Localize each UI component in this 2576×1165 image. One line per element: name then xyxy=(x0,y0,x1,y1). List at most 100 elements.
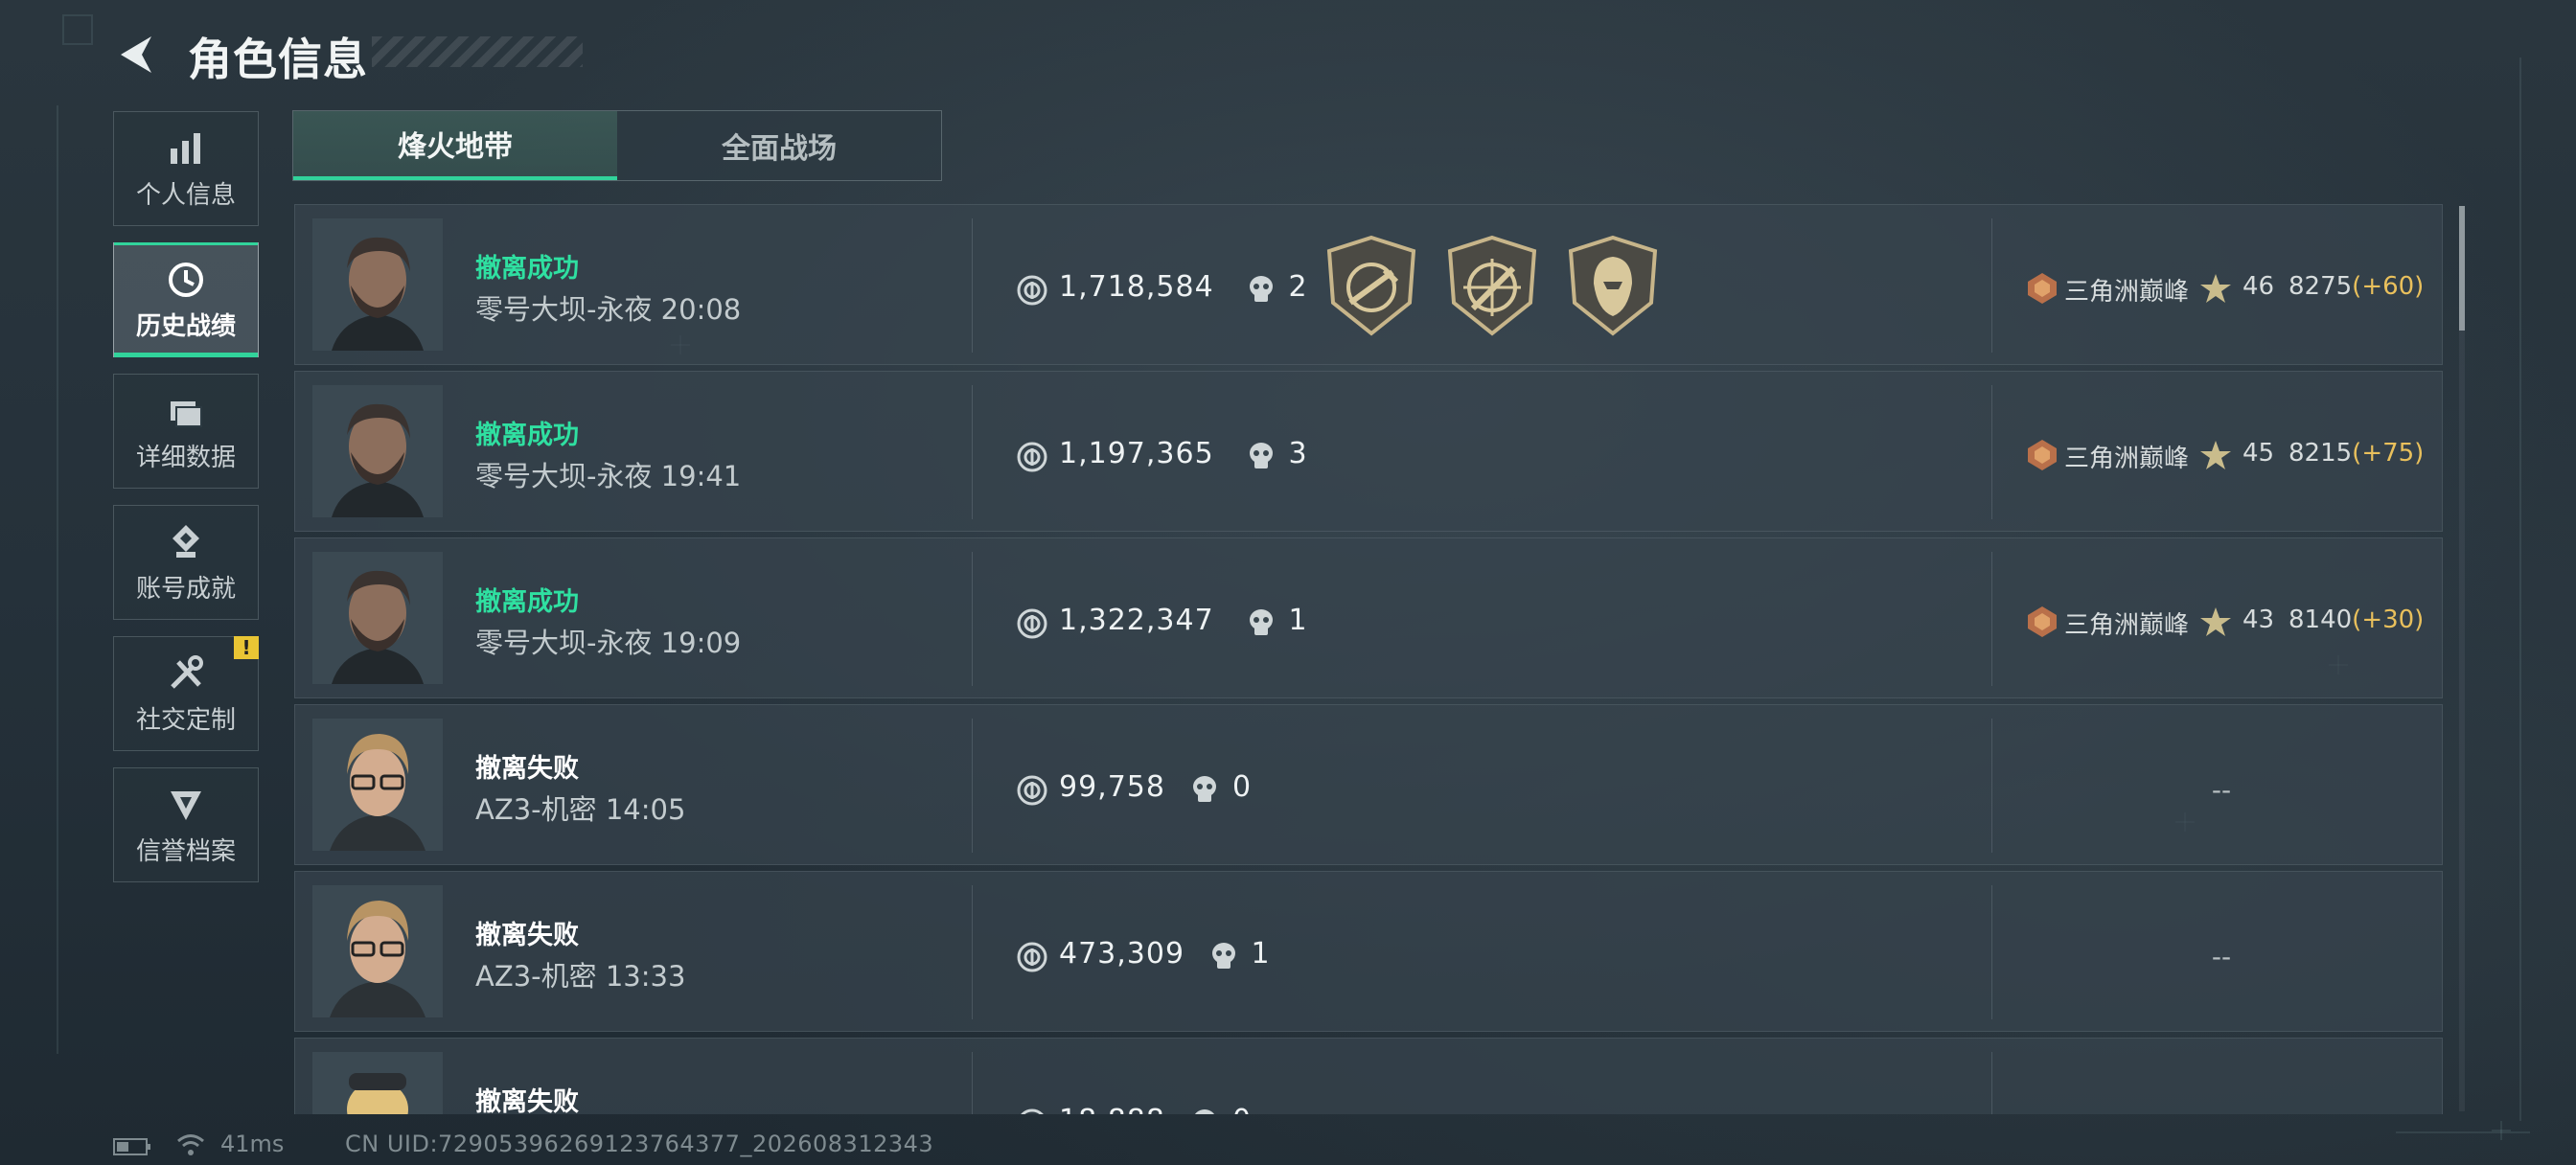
rank-placeholder: -- xyxy=(2211,774,2232,806)
nav-item-credit-record[interactable]: 信誉档案 xyxy=(113,767,259,882)
coin-icon xyxy=(1017,942,1047,972)
operator-portrait xyxy=(312,1052,443,1114)
column-divider xyxy=(1991,385,1992,519)
extraction-result: 撤离失败 xyxy=(475,1087,579,1114)
kill-count: 1 xyxy=(1288,604,1307,637)
rank-score: 8275(+60) xyxy=(2288,272,2424,301)
coin-icon xyxy=(1017,442,1047,472)
skull-icon xyxy=(1194,1109,1215,1114)
rank-score: 8215(+75) xyxy=(2288,439,2424,468)
history-clock-icon xyxy=(169,262,203,297)
mode-tabs: 烽火地带 全面战场 xyxy=(292,110,942,181)
extraction-result: 撤离成功 xyxy=(475,587,579,617)
column-divider xyxy=(972,385,973,519)
nav-label: 个人信息 xyxy=(135,180,236,210)
map-and-time: AZ3-机密 14:05 xyxy=(475,793,686,826)
tab-full-battlefield[interactable]: 全面战场 xyxy=(617,111,941,180)
column-divider xyxy=(1991,719,1992,853)
wifi-icon xyxy=(177,1134,204,1155)
column-divider xyxy=(972,552,973,686)
back-arrow-icon[interactable] xyxy=(113,31,161,79)
score-value: 8140 xyxy=(2288,605,2353,634)
achievement-badge-icon xyxy=(172,524,199,558)
operator-avatar xyxy=(312,218,443,351)
nav-label: 账号成就 xyxy=(135,574,236,604)
operator-portrait xyxy=(312,218,443,351)
loot-value: 1,718,584 xyxy=(1059,270,1214,304)
loot-value: 99,758 xyxy=(1059,770,1165,804)
kill-count: 0 xyxy=(1232,770,1252,804)
folder-stack-icon xyxy=(171,400,202,427)
skull-icon xyxy=(1211,943,1235,969)
page-header: 角色信息 xyxy=(113,23,592,85)
bar-chart-icon xyxy=(171,132,200,164)
operator-avatar xyxy=(312,552,443,684)
side-nav: 个人信息 历史战绩 详细数据 账号成就 ! 社交定制 信誉档案 xyxy=(113,111,261,899)
kill-count: 0 xyxy=(1232,1104,1251,1114)
wrench-tools-icon xyxy=(171,654,203,689)
loot-value: 1,197,365 xyxy=(1059,437,1214,470)
coin-icon xyxy=(1017,775,1047,806)
coin-icon xyxy=(1021,1108,1044,1114)
star-icon xyxy=(2200,441,2231,469)
skull-icon xyxy=(1249,443,1273,468)
match-row[interactable]: 撤离失败 AZ3-机密 14:05 99,758 0 -- xyxy=(294,704,2443,865)
score-delta: (+75) xyxy=(2352,439,2425,468)
column-divider xyxy=(972,719,973,853)
match-row[interactable]: 撤离成功 零号大坝-永夜 19:41 1,197,365 3 三角洲巅峰 45 8215(+… xyxy=(294,371,2443,532)
extraction-result: 撤离失败 xyxy=(475,754,579,784)
column-divider xyxy=(1991,552,1992,686)
match-history-list[interactable]: 撤离成功 零号大坝-永夜 20:08 1,718,584 2 三角洲巅峰 46 8275(+… xyxy=(294,204,2445,1114)
nav-item-detailed-data[interactable]: 详细数据 xyxy=(113,374,259,489)
coin-icon xyxy=(1017,275,1047,306)
rank-level: 43 xyxy=(2242,605,2275,634)
skull-icon xyxy=(1249,276,1273,302)
rank-placeholder: -- xyxy=(2211,941,2232,972)
tab-hazard-zone[interactable]: 烽火地带 xyxy=(293,111,617,180)
match-row[interactable]: 撤离失败 AZ3-机密 13:33 473,309 1 -- xyxy=(294,871,2443,1032)
match-row[interactable]: 撤离成功 零号大坝-永夜 20:08 1,718,584 2 三角洲巅峰 46 8275(+… xyxy=(294,204,2443,365)
score-value: 8275 xyxy=(2288,272,2353,301)
scrollbar[interactable] xyxy=(2459,206,2465,1111)
nav-label: 详细数据 xyxy=(135,443,236,472)
rank-name: 三角洲巅峰 xyxy=(2064,278,2190,307)
nav-item-history[interactable]: 历史战绩 xyxy=(113,242,259,357)
operator-avatar xyxy=(312,719,443,851)
nav-item-achievements[interactable]: 账号成就 xyxy=(113,505,259,620)
nav-item-social-custom[interactable]: ! 社交定制 xyxy=(113,636,259,751)
operator-medal-icon xyxy=(1568,235,1658,336)
operator-portrait xyxy=(312,719,443,851)
column-divider xyxy=(972,1052,973,1114)
extraction-result: 撤离成功 xyxy=(475,254,579,284)
operator-avatar xyxy=(312,1052,443,1114)
match-row[interactable]: 撤离成功零号大坝-永夜 19:09 1,322,347 1 三角洲巅峰 43 8140(+… xyxy=(294,537,2443,698)
loot-value: 1,322,347 xyxy=(1059,604,1214,637)
rifle-medal-icon xyxy=(1326,235,1416,336)
map-and-time: 零号大坝-永夜 19:09 xyxy=(475,627,742,659)
page-title: 角色信息 xyxy=(188,34,368,85)
extraction-result: 撤离失败 xyxy=(475,921,579,950)
scrollbar-thumb[interactable] xyxy=(2459,206,2465,331)
map-and-time: 零号大坝-永夜 20:08 xyxy=(475,293,742,326)
ping-value: 41ms xyxy=(220,1131,285,1157)
column-divider xyxy=(972,218,973,353)
rank-emblem-icon xyxy=(2028,273,2057,304)
score-delta: (+30) xyxy=(2352,605,2425,634)
skull-icon xyxy=(1249,609,1273,635)
title-decoration xyxy=(372,36,583,67)
nav-label: 社交定制 xyxy=(135,705,236,735)
operator-avatar xyxy=(312,885,443,1017)
nav-item-personal-info[interactable]: 个人信息 xyxy=(113,111,259,226)
operator-portrait xyxy=(312,385,443,517)
nav-label: 信誉档案 xyxy=(135,836,236,866)
skull-icon xyxy=(1193,776,1216,802)
rank-level: 46 xyxy=(2242,272,2275,301)
rank-name: 三角洲巅峰 xyxy=(2064,445,2190,473)
coin-icon xyxy=(1017,608,1047,639)
credit-shield-icon xyxy=(171,790,201,820)
operator-portrait xyxy=(312,885,443,1017)
operator-portrait xyxy=(312,552,443,684)
rank-level: 45 xyxy=(2242,439,2275,468)
match-row[interactable]: 撤离失败 18,888 0 xyxy=(294,1038,2443,1114)
rank-name: 三角洲巅峰 xyxy=(2064,611,2190,640)
